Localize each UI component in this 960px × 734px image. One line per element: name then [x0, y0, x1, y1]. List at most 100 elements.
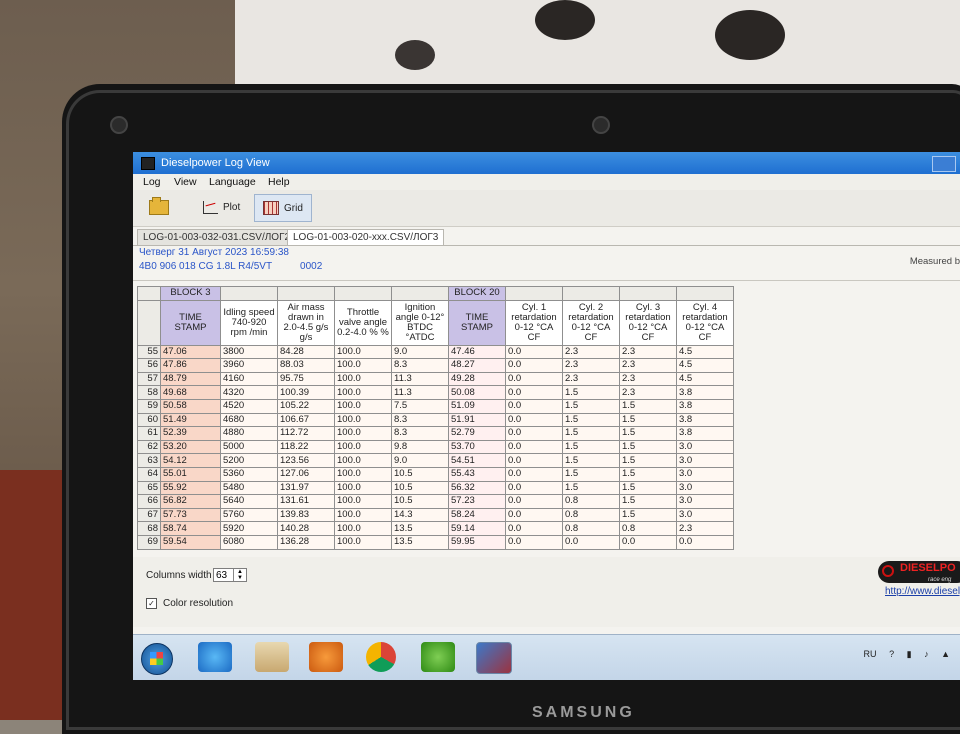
grid-cell[interactable]: 5000	[220, 439, 278, 455]
grid-cell[interactable]: 0.0	[505, 398, 563, 414]
table-row[interactable]: 58 49.68 4320 100.39 100.0 11.3 50.08 0.0 1.5 2.3…	[137, 385, 734, 400]
table-row[interactable]: 63 54.12 5200 123.56 100.0 9.0 54.51 0.0 1.5 1.5 3…	[137, 453, 734, 468]
grid-cell[interactable]: 58.74	[160, 521, 221, 536]
grid-cell[interactable]: 48.79	[160, 371, 221, 387]
grid-cell[interactable]: 3.8	[676, 398, 734, 414]
row-number[interactable]: 65	[137, 480, 161, 496]
menu-view[interactable]: View	[174, 176, 197, 188]
grid-cell[interactable]: 100.0	[334, 494, 392, 509]
table-row[interactable]: 65 55.92 5480 131.97 100.0 10.5 56.32 0.0 1.5 1.5…	[137, 480, 734, 496]
grid-cell[interactable]: 123.56	[277, 453, 335, 468]
grid-cell[interactable]: 5200	[220, 453, 278, 468]
grid-cell[interactable]: 112.72	[277, 426, 335, 441]
grid-cell[interactable]: 4520	[220, 398, 278, 414]
grid-cell[interactable]: 2.3	[562, 371, 620, 387]
grid-cell[interactable]: 55.01	[160, 466, 221, 482]
media-player-icon[interactable]	[309, 642, 343, 672]
grid-cell[interactable]: 4160	[220, 371, 278, 387]
grid-cell[interactable]: 52.79	[448, 426, 506, 441]
grid-cell[interactable]: 47.46	[448, 344, 506, 360]
grid-cell[interactable]: 100.0	[334, 521, 392, 536]
table-row[interactable]: 66 56.82 5640 131.61 100.0 10.5 57.23 0.0 0.8 1.5…	[137, 494, 734, 509]
grid-cell[interactable]: 0.0	[505, 494, 563, 509]
language-indicator[interactable]: RU	[864, 649, 877, 659]
network-icon[interactable]: ▲	[941, 649, 950, 659]
grid-cell[interactable]: 100.39	[277, 385, 335, 400]
grid-cell[interactable]: 11.3	[391, 385, 449, 400]
column-header[interactable]: Ignition angle 0-12° BTDC °ATDC	[391, 299, 449, 346]
grid-cell[interactable]: 0.8	[562, 521, 620, 536]
column-header[interactable]: Cyl. 2 retardation 0-12 °CA CF	[562, 299, 620, 346]
grid-cell[interactable]: 2.3	[619, 371, 677, 387]
row-number[interactable]: 66	[137, 494, 161, 509]
grid-cell[interactable]: 105.22	[277, 398, 335, 414]
grid-cell[interactable]: 100.0	[334, 358, 392, 373]
table-row[interactable]: 67 57.73 5760 139.83 100.0 14.3 58.24 0.0 0.8 1.5…	[137, 507, 734, 523]
grid-cell[interactable]: 1.5	[562, 439, 620, 455]
grid-cell[interactable]: 0.8	[562, 494, 620, 509]
grid-cell[interactable]: 49.28	[448, 371, 506, 387]
grid-cell[interactable]: 84.28	[277, 344, 335, 360]
grid-cell[interactable]: 131.61	[277, 494, 335, 509]
grid-cell[interactable]: 0.0	[505, 480, 563, 496]
column-header[interactable]: Air mass drawn in 2.0-4.5 g/s g/s	[277, 299, 335, 346]
menu-language[interactable]: Language	[209, 176, 256, 188]
row-number[interactable]: 67	[137, 507, 161, 523]
grid-cell[interactable]: 2.3	[619, 358, 677, 373]
grid-cell[interactable]: 50.08	[448, 385, 506, 400]
grid-cell[interactable]: 8.3	[391, 426, 449, 441]
battery-icon[interactable]: ▮	[907, 649, 912, 659]
grid-cell[interactable]: 11.3	[391, 371, 449, 387]
grid-cell[interactable]: 3.8	[676, 412, 734, 428]
row-number[interactable]: 58	[137, 385, 161, 400]
grid-cell[interactable]: 56.32	[448, 480, 506, 496]
grid-cell[interactable]: 51.91	[448, 412, 506, 428]
grid-cell[interactable]: 0.0	[505, 466, 563, 482]
grid-cell[interactable]: 3.0	[676, 507, 734, 523]
grid-cell[interactable]: 106.67	[277, 412, 335, 428]
column-header[interactable]: TIME STAMP	[160, 299, 221, 346]
grid-cell[interactable]: 1.5	[619, 439, 677, 455]
grid-cell[interactable]: 53.70	[448, 439, 506, 455]
column-header[interactable]: TIME STAMP	[448, 299, 506, 346]
grid-cell[interactable]: 0.0	[505, 534, 563, 550]
grid-cell[interactable]: 100.0	[334, 398, 392, 414]
menu-help[interactable]: Help	[268, 176, 290, 188]
grid-cell[interactable]: 1.5	[562, 426, 620, 441]
grid-button[interactable]: Grid	[254, 194, 312, 222]
window-control-button[interactable]	[932, 156, 956, 172]
grid-cell[interactable]: 4.5	[676, 344, 734, 360]
grid-cell[interactable]: 0.0	[505, 385, 563, 400]
grid-cell[interactable]: 2.3	[676, 521, 734, 536]
grid-cell[interactable]: 9.8	[391, 439, 449, 455]
table-row[interactable]: 64 55.01 5360 127.06 100.0 10.5 55.43 0.0 1.5 1.5…	[137, 466, 734, 482]
grid-cell[interactable]: 4.5	[676, 358, 734, 373]
column-header[interactable]: Cyl. 3 retardation 0-12 °CA CF	[619, 299, 677, 346]
grid-cell[interactable]: 13.5	[391, 534, 449, 550]
grid-cell[interactable]: 3.0	[676, 494, 734, 509]
grid-cell[interactable]: 4320	[220, 385, 278, 400]
grid-cell[interactable]: 88.03	[277, 358, 335, 373]
grid-cell[interactable]: 0.0	[505, 426, 563, 441]
grid-cell[interactable]: 1.5	[619, 466, 677, 482]
volume-icon[interactable]: ♪	[924, 649, 929, 659]
grid-cell[interactable]: 1.5	[562, 480, 620, 496]
table-row[interactable]: 57 48.79 4160 95.75 100.0 11.3 49.28 0.0 2.3 2.3 4…	[137, 371, 734, 387]
menu-log[interactable]: Log	[143, 176, 161, 188]
table-row[interactable]: 69 59.54 6080 136.28 100.0 13.5 59.95 0.0 0.0 0.0…	[137, 534, 734, 550]
table-row[interactable]: 59 50.58 4520 105.22 100.0 7.5 51.09 0.0 1.5 1.5 3…	[137, 398, 734, 414]
table-row[interactable]: 56 47.86 3960 88.03 100.0 8.3 48.27 0.0 2.3 2.3 4.…	[137, 358, 734, 373]
grid-cell[interactable]: 139.83	[277, 507, 335, 523]
grid-cell[interactable]: 57.23	[448, 494, 506, 509]
grid-cell[interactable]: 1.5	[619, 494, 677, 509]
grid-cell[interactable]: 140.28	[277, 521, 335, 536]
grid-cell[interactable]: 54.51	[448, 453, 506, 468]
grid-cell[interactable]: 56.82	[160, 494, 221, 509]
table-row[interactable]: 68 58.74 5920 140.28 100.0 13.5 59.14 0.0 0.8 0.8…	[137, 521, 734, 536]
grid-cell[interactable]: 100.0	[334, 385, 392, 400]
grid-cell[interactable]: 5920	[220, 521, 278, 536]
table-row[interactable]: 62 53.20 5000 118.22 100.0 9.8 53.70 0.0 1.5 1.5 3…	[137, 439, 734, 455]
row-number[interactable]: 62	[137, 439, 161, 455]
color-resolution-checkbox[interactable]: ✓	[146, 598, 157, 609]
grid-cell[interactable]: 0.8	[562, 507, 620, 523]
